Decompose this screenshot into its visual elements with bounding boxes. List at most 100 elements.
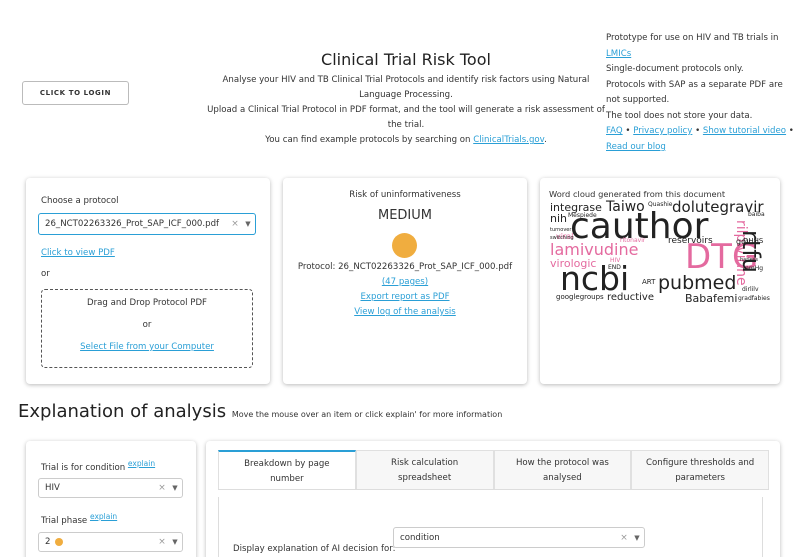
tab-label-line2: number: [270, 474, 304, 484]
explain-condition-link[interactable]: explain: [128, 459, 155, 468]
phase-label-row: Trial phase explain: [41, 512, 117, 526]
chevron-down-icon[interactable]: ▼: [630, 534, 644, 542]
protocol-filename: Protocol: 26_NCT02263326_Prot_SAP_ICF_00…: [297, 262, 513, 272]
risk-card: Risk of uninformativeness MEDIUM Protoco…: [283, 178, 527, 384]
explain-phase-link[interactable]: explain: [90, 512, 117, 521]
wordcloud-card: Word cloud generated from this document …: [540, 178, 780, 384]
info-line-2: Single-document protocols only.: [606, 64, 744, 74]
wordcloud-word: gradfabies: [738, 295, 770, 302]
wordcloud-word: turnover: [550, 227, 572, 233]
phase-select[interactable]: 2 × ▼: [38, 532, 183, 552]
wordcloud-word: ritonavir: [620, 237, 646, 244]
tab-breakdown[interactable]: Breakdown by page number: [218, 450, 356, 489]
choose-protocol-label: Choose a protocol: [41, 196, 119, 206]
tab-label-line2: analysed: [543, 473, 582, 483]
view-pdf-link[interactable]: Click to view PDF: [41, 248, 115, 258]
ai-decision-select[interactable]: condition × ▼: [393, 527, 645, 548]
wordcloud-word: lamivudine: [550, 240, 639, 259]
faq-link[interactable]: FAQ: [606, 126, 623, 136]
chevron-down-icon[interactable]: ▼: [241, 220, 255, 228]
clear-icon[interactable]: ×: [618, 533, 630, 543]
ai-decision-label: Display explanation of AI decision for:: [233, 544, 396, 554]
trial-attributes-panel: Trial is for condition explain HIV × ▼ T…: [26, 441, 196, 557]
tab-label-line1: How the protocol was: [515, 458, 609, 468]
info-panel: Prototype for use on HIV and TB trials i…: [606, 31, 796, 155]
bullet-separator: •: [625, 126, 631, 136]
protocol-select[interactable]: 26_NCT02263326_Prot_SAP_ICF_000.pdf × ▼: [38, 213, 256, 235]
tutorial-video-link[interactable]: Show tutorial video: [703, 126, 786, 136]
wordcloud-word: dirlilv: [742, 286, 759, 293]
phase-select-value: 2: [45, 537, 156, 547]
page-header: Clinical Trial Risk Tool Analyse your HI…: [205, 50, 607, 148]
info-line-4: not supported.: [606, 95, 670, 105]
page-count-link[interactable]: (47 pages): [382, 277, 428, 287]
clear-icon[interactable]: ×: [156, 483, 168, 493]
clear-icon[interactable]: ×: [229, 219, 241, 229]
info-line-1: Prototype for use on HIV and TB trials i…: [606, 33, 779, 43]
wordcloud-word: nih: [550, 212, 567, 225]
ai-decision-value: condition: [400, 532, 440, 543]
condition-select[interactable]: HIV × ▼: [38, 478, 183, 498]
wordcloud-word: reductive: [607, 292, 654, 303]
view-log-link[interactable]: View log of the analysis: [354, 307, 456, 317]
header-line-3: Upload a Clinical Trial Protocol in PDF …: [207, 105, 605, 115]
header-description: Analyse your HIV and TB Clinical Trial P…: [205, 73, 607, 148]
header-line-4: the trial.: [387, 120, 425, 130]
dropzone-or: or: [142, 320, 152, 330]
risk-level: MEDIUM: [377, 208, 432, 223]
analysis-panel: Breakdown by page number Risk calculatio…: [206, 441, 780, 557]
wordcloud-image: integrase Taiwo Quashie dolutegravir nih Mesp…: [548, 200, 774, 310]
dropzone-text: Drag and Drop Protocol PDF: [86, 298, 207, 308]
bullet-separator: •: [788, 126, 794, 136]
protocol-card: Choose a protocol 26_NCT02263326_Prot_SA…: [26, 178, 270, 384]
wordcloud-title: Word cloud generated from this document: [549, 189, 726, 199]
clear-icon[interactable]: ×: [156, 537, 168, 547]
privacy-policy-link[interactable]: Privacy policy: [633, 126, 692, 136]
tab-risk-spreadsheet[interactable]: Risk calculation spreadsheet: [355, 450, 494, 489]
tab-label-line1: Risk calculation: [391, 458, 459, 468]
explanation-subtitle: Move the mouse over an item or click exp…: [231, 410, 503, 419]
wordcloud-word: baiba: [748, 211, 765, 218]
protocol-select-value: 26_NCT02263326_Prot_SAP_ICF_000.pdf: [45, 219, 220, 229]
tab-label-line1: Configure thresholds and: [646, 458, 755, 468]
header-line-1: Analyse your HIV and TB Clinical Trial P…: [222, 75, 590, 85]
wordcloud-word: END: [608, 264, 621, 271]
export-pdf-link[interactable]: Export report as PDF: [360, 292, 449, 302]
explanation-title: Explanation of analysis: [18, 401, 227, 422]
wordcloud-word: rtfu: [737, 230, 765, 273]
chevron-down-icon[interactable]: ▼: [168, 484, 182, 492]
info-line-5: The tool does not store your data.: [606, 110, 753, 121]
clinicaltrials-link[interactable]: ClinicalTrials.gov: [473, 135, 544, 145]
or-label: or: [41, 269, 50, 279]
phase-value: 2: [45, 537, 51, 547]
explanation-heading: Explanation of analysis Move the mouse o…: [18, 401, 502, 422]
phase-label: Trial phase: [41, 515, 88, 526]
wordcloud-word: switching: [550, 235, 574, 241]
wordcloud-word: ART: [642, 278, 656, 286]
info-line-3: Protocols with SAP as a separate PDF are: [606, 79, 783, 90]
wordcloud-word: googlegroups: [556, 293, 604, 301]
risk-title: Risk of uninformativeness: [349, 190, 461, 200]
header-line-5-prefix: You can find example protocols by search…: [265, 135, 474, 145]
tab-label-line2: spreadsheet: [398, 473, 452, 483]
login-button[interactable]: CLICK TO LOGIN: [22, 81, 129, 105]
tab-how-analysed[interactable]: How the protocol was analysed: [493, 450, 632, 489]
chevron-down-icon[interactable]: ▼: [168, 538, 182, 546]
medium-risk-dot-icon: [55, 537, 64, 546]
header-line-2: Language Processing.: [359, 90, 453, 100]
wordcloud-word: pubmed: [658, 272, 737, 294]
pdf-dropzone[interactable]: Drag and Drop Protocol PDF or Select Fil…: [41, 289, 253, 368]
blog-link[interactable]: Read our blog: [606, 142, 666, 152]
lmics-link[interactable]: LMICs: [606, 49, 631, 59]
condition-label-row: Trial is for condition explain: [41, 459, 155, 473]
wordcloud-word: Babafemi: [685, 292, 738, 305]
condition-label: Trial is for condition: [41, 462, 126, 473]
tab-label-line2: parameters: [675, 473, 726, 483]
wordcloud-word: HIV: [610, 257, 621, 264]
analysis-tabs: Breakdown by page number Risk calculatio…: [218, 450, 769, 490]
tab-configure[interactable]: Configure thresholds and parameters: [631, 450, 769, 489]
bullet-separator: •: [695, 126, 701, 136]
select-file-link[interactable]: Select File from your Computer: [80, 342, 214, 352]
condition-select-value: HIV: [45, 483, 60, 493]
tab-label-line1: Breakdown by page: [244, 459, 330, 469]
